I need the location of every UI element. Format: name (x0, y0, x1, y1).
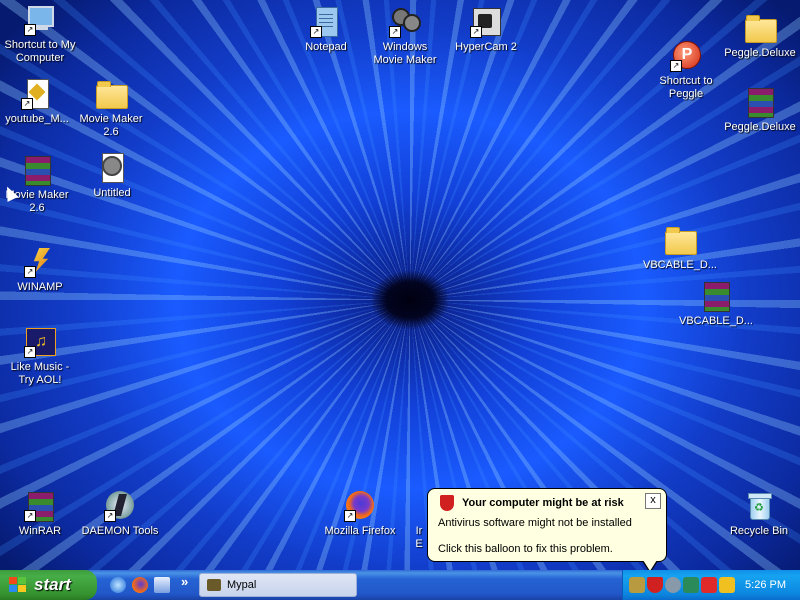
desktop-icon-movie-maker-folder[interactable]: Movie Maker 2.6 (72, 78, 150, 139)
desktop-icon-aol-music[interactable]: ♫ ↗ Like Music - Try AOL! (1, 326, 79, 387)
volume-icon[interactable] (665, 577, 681, 593)
desktop-icon-windows-movie-maker[interactable]: ↗ Windows Movie Maker (366, 6, 444, 67)
internet-explorer-icon[interactable] (110, 577, 126, 593)
icon-label: 2.6 (29, 202, 45, 214)
daemon-tools-icon: ↗ (104, 490, 136, 522)
firefox-icon[interactable] (132, 577, 148, 593)
winamp-icon: ↗ (24, 246, 56, 278)
icon-label: Shortcut to My (4, 39, 76, 51)
icon-label: Movie Maker (373, 54, 437, 66)
window-title: Mypal (227, 579, 257, 591)
taskbar: start » Mypal 5:26 PM (0, 570, 800, 600)
desktop-icon-hypercam[interactable]: ↗ HyperCam 2 (447, 6, 525, 54)
desktop[interactable]: ↗ Shortcut to My Computer ↗ youtube_M...… (0, 0, 800, 570)
security-shield-icon (440, 495, 454, 511)
taskbar-window-button-mypal[interactable]: Mypal (199, 573, 357, 597)
hypercam-tray-icon[interactable] (629, 577, 645, 593)
icon-label: Computer (15, 52, 65, 64)
mypal-icon (207, 579, 221, 591)
icon-label: Notepad (305, 41, 347, 53)
peggle-icon: P ↗ (670, 40, 702, 72)
network-icon[interactable] (683, 577, 699, 593)
show-desktop-icon[interactable] (154, 577, 170, 593)
icon-label: Windows (382, 41, 428, 53)
movie-project-icon (96, 152, 128, 184)
desktop-icon-peggle-folder[interactable]: Peggle.Deluxe (721, 12, 799, 60)
icon-label: DAEMON Tools (81, 525, 159, 537)
balloon-action-text[interactable]: Click this balloon to fix this problem. (438, 543, 613, 555)
winamp-agent-icon[interactable] (719, 577, 735, 593)
icon-label: Like Music - (10, 361, 70, 373)
firefox-icon: ↗ (344, 490, 376, 522)
desktop-icon-winamp[interactable]: ↗ WINAMP (1, 246, 79, 294)
daemon-tools-tray-icon[interactable] (701, 577, 717, 593)
icon-label: VBCABLE_D... (679, 315, 753, 327)
desktop-icon-winrar[interactable]: ↗ WinRAR (1, 490, 79, 538)
desktop-icon-my-computer[interactable]: ↗ Shortcut to My Computer (1, 4, 79, 65)
document-icon: ↗ (21, 78, 53, 110)
start-button[interactable]: start (0, 570, 97, 600)
icon-label: 2.6 (103, 126, 119, 138)
winrar-archive-icon (744, 86, 776, 118)
desktop-icon-peggle-shortcut[interactable]: P ↗ Shortcut to Peggle (647, 40, 725, 101)
balloon-title: Your computer might be at risk (462, 497, 624, 509)
icon-label: Peggle.Deluxe (724, 121, 796, 133)
desktop-icon-daemon-tools[interactable]: ↗ DAEMON Tools (81, 490, 159, 538)
balloon-tail (642, 560, 658, 570)
movie-maker-icon: ↗ (389, 6, 421, 38)
aol-music-icon: ♫ ↗ (24, 326, 56, 358)
notepad-icon: ↗ (310, 6, 342, 38)
desktop-icon-vbcable-folder[interactable]: VBCABLE_D... (641, 224, 719, 272)
icon-label: Try AOL! (18, 374, 62, 386)
computer-icon: ↗ (24, 4, 56, 36)
icon-label: WinRAR (18, 525, 62, 537)
icon-label: WINAMP (17, 281, 63, 293)
security-center-icon[interactable] (647, 577, 663, 593)
start-label: start (34, 575, 71, 594)
desktop-icon-recycle-bin[interactable]: ♻ Recycle Bin (720, 490, 798, 538)
icon-label: Movie Maker (79, 113, 143, 125)
icon-label: Untitled (93, 187, 131, 199)
icon-label: youtube_M... (5, 113, 69, 125)
icon-label: Shortcut to (659, 75, 713, 87)
winrar-archive-icon (21, 154, 53, 186)
hypercam-icon: ↗ (470, 6, 502, 38)
icon-label: Peggle.Deluxe (724, 47, 796, 59)
desktop-icon-youtube-m[interactable]: ↗ youtube_M... (0, 78, 76, 126)
desktop-icon-vbcable-archive[interactable]: VBCABLE_D... (677, 280, 755, 328)
desktop-icon-peggle-archive[interactable]: Peggle.Deluxe (721, 86, 799, 134)
balloon-message: Antivirus software might not be installe… (438, 517, 632, 529)
folder-icon (744, 12, 777, 44)
desktop-icon-untitled[interactable]: Untitled (73, 152, 151, 200)
folder-icon (664, 224, 697, 256)
desktop-icon-notepad[interactable]: ↗ Notepad (287, 6, 365, 54)
clock[interactable]: 5:26 PM (745, 570, 786, 600)
icon-label: VBCABLE_D... (643, 259, 717, 271)
windows-logo-icon (9, 577, 27, 593)
recycle-bin-icon: ♻ (743, 490, 775, 522)
winrar-icon: ↗ (24, 490, 56, 522)
system-tray: 5:26 PM (622, 570, 800, 600)
folder-icon (95, 78, 128, 110)
winrar-archive-icon (700, 280, 732, 312)
icon-label: Peggle (668, 88, 704, 100)
icon-label: Recycle Bin (729, 525, 789, 537)
security-balloon[interactable]: Your computer might be at risk x Antivir… (427, 488, 667, 570)
quick-launch-overflow-button[interactable]: » (181, 574, 188, 589)
balloon-close-button[interactable]: x (645, 493, 661, 509)
icon-label: HyperCam 2 (455, 41, 517, 53)
